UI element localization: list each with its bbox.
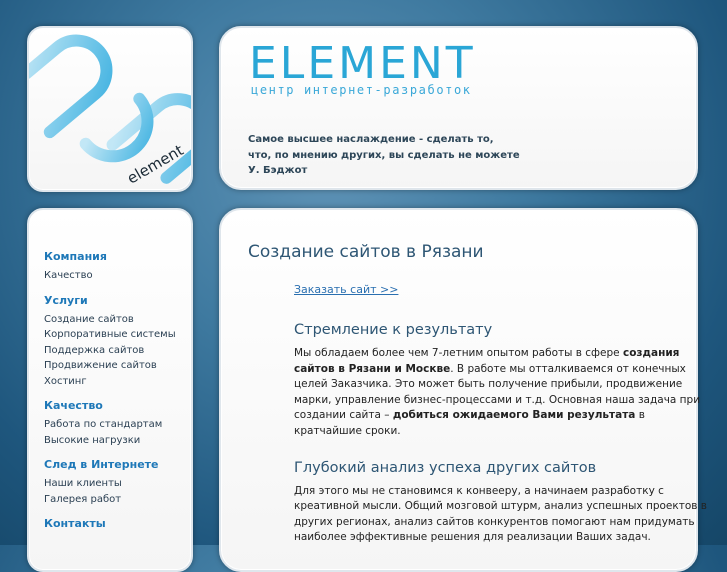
sections: Стремление к результату Мы обладаем более…: [294, 322, 707, 546]
nav-heading[interactable]: Услуги: [44, 294, 184, 307]
nav-item[interactable]: Высокие нагрузки: [44, 433, 184, 449]
nav-item[interactable]: Корпоративные системы: [44, 327, 184, 343]
quote-author: У. Бэджот: [248, 165, 308, 176]
content-body: Заказать сайт >> Стремление к результату…: [294, 278, 707, 546]
paragraph-line: кратчайшие сроки.: [294, 424, 678, 440]
text-run: марки, управление бизнес-процессами и т.…: [294, 393, 701, 406]
text-run: создании сайта –: [294, 409, 393, 422]
paragraph-line: Мы обладаем более чем 7-летним опытом ра…: [294, 346, 680, 362]
section-paragraph: Для этого мы не становимся к конвееру, а…: [294, 484, 707, 546]
paragraph-line: других регионах, анализ сайтов конкурент…: [294, 515, 695, 531]
quote-line: Самое высшее наслаждение - сделать то,: [248, 134, 494, 145]
nav-heading[interactable]: След в Интернете: [44, 458, 184, 471]
nav-group: След в Интернете Наши клиенты Галерея рабо…: [44, 458, 184, 507]
quote-line: что, по мнению других, вы сделать не мож…: [248, 149, 520, 161]
nav-item[interactable]: Создание сайтов: [44, 312, 184, 328]
nav-group: Услуги Создание сайтов Корпоративные систе…: [44, 294, 184, 390]
brand-name: ELEMENT: [249, 40, 476, 84]
section-title: Стремление к результату: [294, 322, 493, 338]
text-run: в: [635, 409, 645, 422]
paragraph-line: наиболее эффективные решения для реализа…: [294, 530, 678, 546]
nav-item[interactable]: Работа по стандартам: [44, 417, 184, 433]
nav-item[interactable]: Качество: [44, 268, 184, 284]
text-run: целей Заказчика. Это может быть получени…: [294, 378, 683, 391]
paragraph-line: марки, управление бизнес-процессами и т.…: [294, 393, 700, 409]
sidebar-panel: Компания Качество Услуги Создание сайтов Кор…: [27, 208, 193, 572]
text-run: Мы обладаем более чем 7-летним опытом ра…: [294, 347, 623, 359]
header-panel: ELEMENT центр интернет-разработок Самое …: [219, 26, 698, 190]
nav-item[interactable]: Поддержка сайтов: [44, 343, 184, 359]
paragraph-line: сайтов в Рязани и Москве. В работе мы от…: [294, 362, 686, 378]
section-title: Глубокий анализ успеха других сайтов: [294, 459, 597, 476]
text-run: кратчайшие сроки.: [294, 424, 401, 437]
nav-item[interactable]: Хостинг: [44, 374, 184, 390]
nav-item[interactable]: Галерея работ: [44, 492, 184, 508]
text-run: наиболее эффективные решения для реализа…: [294, 531, 651, 544]
bold-text: создания: [622, 347, 680, 359]
paragraph-line: целей Заказчика. Это может быть получени…: [294, 377, 682, 393]
nav-group: Контакты: [44, 517, 184, 530]
header-quote: Самое высшее наслаждение - сделать то, ч…: [248, 132, 548, 179]
nav-heading[interactable]: Качество: [44, 399, 184, 412]
paragraph-line: создании сайта – добиться ожидаемого Вам…: [294, 408, 678, 424]
logo-panel: element: [27, 26, 193, 192]
brand-tagline: центр интернет-разработок: [251, 83, 472, 97]
nav-item[interactable]: Наши клиенты: [44, 476, 184, 492]
main-panel: Создание сайтов в Рязани Заказать сайт >…: [219, 208, 707, 572]
text-run: Для этого мы не становимся к конвееру, а…: [294, 484, 664, 497]
section-paragraph: Мы обладаем более чем 7-летним опытом ра…: [294, 346, 700, 440]
brand-wordmark[interactable]: ELEMENT: [249, 40, 489, 84]
main-content: Создание сайтов в Рязани Заказать сайт >…: [248, 242, 707, 566]
nav-group: Качество Работа по стандартам Высокие нагр…: [44, 399, 184, 448]
page-title: Создание сайтов в Рязани: [248, 242, 484, 262]
order-site-link[interactable]: Заказать сайт >>: [294, 283, 398, 296]
text-run: . В работе мы отталкиваемся от конечных: [450, 362, 686, 375]
text-run: других регионах, анализ сайтов конкурент…: [294, 515, 695, 528]
nav-heading[interactable]: Компания: [44, 250, 184, 263]
nav-heading[interactable]: Контакты: [44, 517, 184, 530]
sidebar-nav: Компания Качество Услуги Создание сайтов Кор…: [44, 250, 184, 540]
text-run: креативной мысли. Общий мозговой штурм, …: [294, 500, 707, 513]
paragraph-line: креативной мысли. Общий мозговой штурм, …: [294, 499, 707, 515]
nav-item[interactable]: Продвижение сайтов: [44, 358, 184, 374]
nav-group: Компания Качество: [44, 250, 184, 284]
paragraph-line: Для этого мы не становимся к конвееру, а…: [294, 484, 678, 500]
bold-text: добиться ожидаемого Вами результата: [392, 409, 636, 422]
bold-text: сайтов в Рязани и Москве: [294, 362, 451, 375]
element-logo[interactable]: element: [29, 28, 191, 190]
